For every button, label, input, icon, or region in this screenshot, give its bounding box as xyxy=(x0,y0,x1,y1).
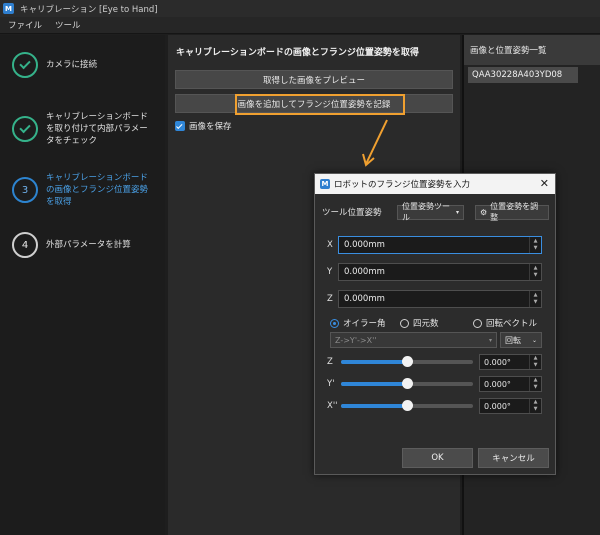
x-label: X xyxy=(327,240,333,250)
angle-z-label: Z xyxy=(327,357,333,367)
stepper-arrows-icon[interactable]: ▲ ▼ xyxy=(529,355,541,369)
adjust-pose-label: 位置姿勢を調整 xyxy=(490,202,539,222)
angle-x-input[interactable]: 0.000° ▲ ▼ xyxy=(479,398,542,414)
stepper-arrows-icon[interactable]: ▲ ▼ xyxy=(529,399,541,413)
step-1-label: カメラに接続 xyxy=(46,60,98,70)
save-images-checkbox[interactable] xyxy=(175,121,185,131)
slider-handle[interactable] xyxy=(401,400,413,411)
angle-x-slider[interactable] xyxy=(341,400,473,411)
annotation-arrow-icon xyxy=(362,119,388,167)
flange-pose-dialog: M ロボットのフランジ位置姿勢を入力 ✕ ツール位置姿勢 位置姿勢ツール ▾ ⚙… xyxy=(314,173,556,475)
y-label: Y xyxy=(327,267,333,277)
app-logo-icon: M xyxy=(3,3,14,14)
angle-y-slider[interactable] xyxy=(341,378,473,389)
step-4[interactable]: 4 外部パラメータを計算 xyxy=(12,232,162,258)
slider-fill xyxy=(341,404,407,408)
tool-pose-label: ツール位置姿勢 xyxy=(322,208,382,218)
angle-z-input[interactable]: 0.000° ▲ ▼ xyxy=(479,354,542,370)
stepper-arrows-icon[interactable]: ▲ ▼ xyxy=(529,264,541,280)
radio-euler-label: オイラー角 xyxy=(343,319,386,329)
save-images-label: 画像を保存 xyxy=(189,122,232,132)
image-pose-list-header: 画像と位置姿勢一覧 xyxy=(464,35,600,65)
radio-quaternion-label: 四元数 xyxy=(413,319,439,329)
radio-selected-icon xyxy=(330,318,339,328)
menu-bar: ファイル ツール xyxy=(0,17,600,34)
dialog-title: ロボットのフランジ位置姿勢を入力 xyxy=(334,180,471,190)
euler-order-dropdown[interactable]: Z->Y'->X'' ▾ xyxy=(330,332,497,348)
step-4-number: 4 xyxy=(12,232,38,258)
stepper-arrows-icon[interactable]: ▲ ▼ xyxy=(529,291,541,307)
angle-z-value: 0.000° xyxy=(484,357,511,367)
z-position-value: 0.000mm xyxy=(344,294,385,304)
stepper-arrows-icon[interactable]: ▲ ▼ xyxy=(529,377,541,391)
rotate-button-label: 回転 xyxy=(505,335,521,345)
rotate-button[interactable]: 回転 ⌄ xyxy=(500,332,542,348)
chevron-down-icon: ▾ xyxy=(455,208,459,216)
radio-icon xyxy=(473,318,482,328)
slider-handle[interactable] xyxy=(401,378,413,389)
radio-icon xyxy=(400,318,409,328)
angle-y-value: 0.000° xyxy=(484,379,511,389)
ok-button[interactable]: OK xyxy=(402,448,473,468)
menu-tools[interactable]: ツール xyxy=(55,19,81,31)
z-position-input[interactable]: 0.000mm ▲ ▼ xyxy=(338,290,542,308)
y-position-value: 0.000mm xyxy=(344,267,385,277)
angle-z-slider[interactable] xyxy=(341,356,473,367)
step-2-label: キャリブレーションボードを取り付けて内部パラメータをチェック xyxy=(46,112,148,146)
x-position-value: 0.000mm xyxy=(344,240,385,250)
x-position-input[interactable]: 0.000mm ▲ ▼ xyxy=(338,236,542,254)
menu-file[interactable]: ファイル xyxy=(8,19,42,31)
angle-x-label: X'' xyxy=(327,401,338,411)
euler-order-value: Z->Y'->X'' xyxy=(335,335,377,345)
chevron-down-icon: ⌄ xyxy=(531,336,537,344)
stepper-arrows-icon[interactable]: ▲ ▼ xyxy=(529,237,541,253)
tool-pose-row: ツール位置姿勢 位置姿勢ツール ▾ ⚙ 位置姿勢を調整 xyxy=(322,202,552,222)
title-bar: M キャリブレーション [Eye to Hand] xyxy=(0,0,600,17)
tool-pose-dropdown[interactable]: 位置姿勢ツール ▾ xyxy=(397,202,464,222)
step-done-icon xyxy=(12,116,38,142)
angle-y-input[interactable]: 0.000° ▲ ▼ xyxy=(479,376,542,392)
angle-x-value: 0.000° xyxy=(484,401,511,411)
step-done-icon xyxy=(12,52,38,78)
step-3-number: 3 xyxy=(12,177,38,203)
step-2[interactable]: キャリブレーションボードを取り付けて内部パラメータをチェック xyxy=(12,111,162,147)
close-icon[interactable]: ✕ xyxy=(540,177,549,190)
y-position-input[interactable]: 0.000mm ▲ ▼ xyxy=(338,263,542,281)
save-images-row[interactable]: 画像を保存 xyxy=(175,120,232,132)
radio-quaternion[interactable]: 四元数 xyxy=(400,317,439,329)
gear-icon: ⚙ xyxy=(480,207,488,217)
adjust-pose-button[interactable]: ⚙ 位置姿勢を調整 xyxy=(475,202,549,222)
radio-rotation-vector[interactable]: 回転ベクトル xyxy=(473,317,537,329)
slider-fill xyxy=(341,382,407,386)
radio-euler[interactable]: オイラー角 xyxy=(330,317,386,329)
preview-images-button[interactable]: 取得した画像をプレビュー xyxy=(175,70,453,89)
step-3-label: キャリブレーションボードの画像とフランジ位置姿勢を取得 xyxy=(46,173,149,207)
panel-title: キャリブレーションボードの画像とフランジ位置姿勢を取得 xyxy=(176,48,419,58)
angle-y-label: Y' xyxy=(327,379,335,389)
slider-handle[interactable] xyxy=(401,356,413,367)
list-item[interactable]: QAA30228A403YD08 xyxy=(468,67,578,83)
tool-pose-dropdown-value: 位置姿勢ツール xyxy=(402,202,450,222)
radio-rotation-vector-label: 回転ベクトル xyxy=(486,319,538,329)
step-1[interactable]: カメラに接続 xyxy=(12,52,162,78)
chevron-down-icon: ▾ xyxy=(488,336,492,344)
step-3[interactable]: 3 キャリブレーションボードの画像とフランジ位置姿勢を取得 xyxy=(12,172,162,208)
app-logo-icon: M xyxy=(320,179,330,189)
z-label: Z xyxy=(327,294,333,304)
highlight-outline xyxy=(235,94,405,115)
slider-fill xyxy=(341,360,407,364)
window-title: キャリブレーション [Eye to Hand] xyxy=(20,4,158,15)
step-4-label: 外部パラメータを計算 xyxy=(46,240,131,250)
steps-panel: カメラに接続 キャリブレーションボードを取り付けて内部パラメータをチェック 3 … xyxy=(0,35,165,535)
dialog-title-bar: M ロボットのフランジ位置姿勢を入力 ✕ xyxy=(315,174,555,194)
cancel-button[interactable]: キャンセル xyxy=(478,448,549,468)
